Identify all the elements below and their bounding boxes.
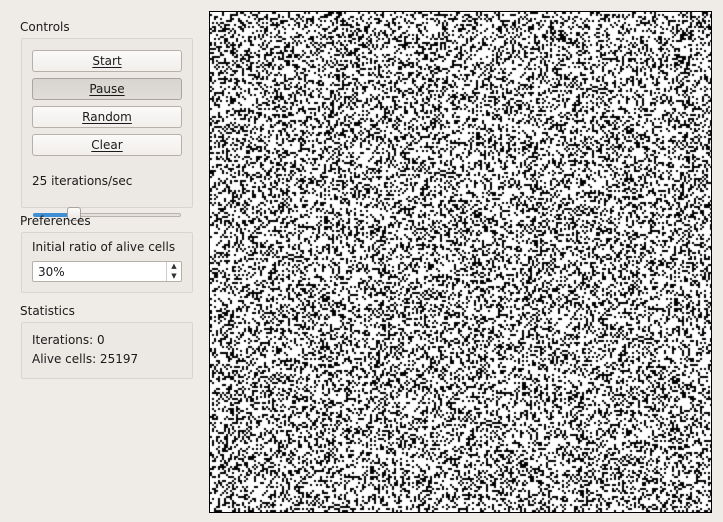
- speed-label: 25 iterations/sec: [32, 174, 133, 188]
- random-button-label: Random: [82, 110, 132, 124]
- spin-up-icon[interactable]: ▲: [167, 262, 181, 271]
- cell-grid-canvas[interactable]: [210, 12, 711, 512]
- initial-ratio-spinbox[interactable]: 30% ▲ ▼: [32, 261, 182, 282]
- controls-title: Controls: [20, 20, 70, 34]
- spin-down-icon[interactable]: ▼: [167, 272, 181, 281]
- alive-cells-count: Alive cells: 25197: [32, 352, 139, 366]
- cell-board[interactable]: [209, 11, 712, 513]
- clear-button-label: Clear: [91, 138, 123, 152]
- random-button[interactable]: Random: [32, 106, 182, 128]
- initial-ratio-label: Initial ratio of alive cells: [32, 240, 176, 254]
- clear-button[interactable]: Clear: [32, 134, 182, 156]
- iterations-count: Iterations: 0: [32, 333, 105, 347]
- statistics-group: Iterations: 0 Alive cells: 25197: [21, 322, 193, 379]
- spin-arrows: ▲ ▼: [166, 262, 181, 281]
- initial-ratio-value: 30%: [38, 265, 65, 279]
- game-of-life-window: Controls Start Pause Random Clear 25 ite…: [0, 0, 723, 522]
- preferences-group: Initial ratio of alive cells 30% ▲ ▼: [21, 232, 193, 293]
- pause-button-label: Pause: [89, 82, 125, 96]
- sidebar: Controls Start Pause Random Clear 25 ite…: [0, 0, 205, 522]
- controls-group: Start Pause Random Clear 25 iterations/s…: [21, 38, 193, 221]
- start-button[interactable]: Start: [32, 50, 182, 72]
- pause-button[interactable]: Pause: [32, 78, 182, 100]
- statistics-title: Statistics: [20, 304, 75, 318]
- start-button-label: Start: [92, 54, 122, 68]
- preferences-title: Preferences: [20, 214, 91, 228]
